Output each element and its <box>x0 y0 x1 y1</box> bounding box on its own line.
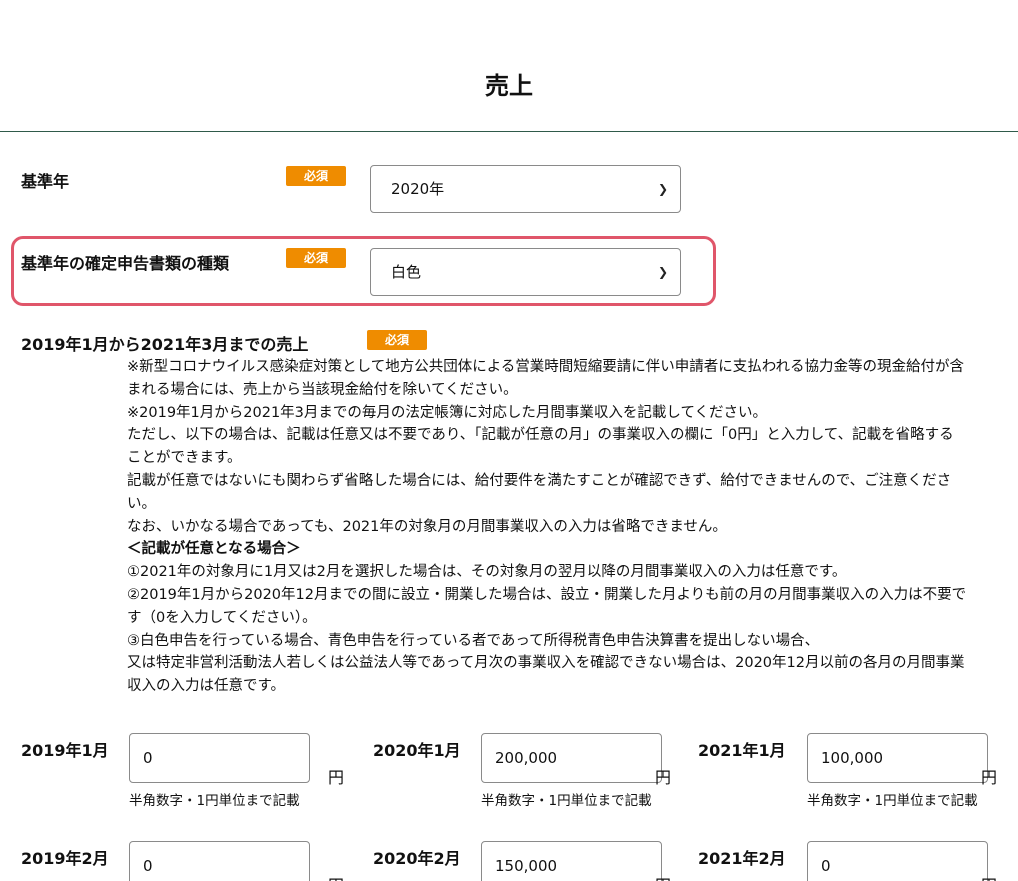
chevron-down-icon: ❯ <box>657 265 668 279</box>
input-hint: 半角数字・1円単位まで記載 <box>481 793 652 809</box>
sales-input-2021-02[interactable]: 0 <box>807 841 988 881</box>
note-line: い。 <box>127 495 156 512</box>
input-hint: 半角数字・1円単位まで記載 <box>807 793 978 809</box>
yen-unit: 円 <box>981 768 998 787</box>
note-line: ことができます。 <box>127 450 242 467</box>
note-line: ※2019年1月から2021年3月までの毎月の法定帳簿に対応した月間事業収入を記… <box>127 404 768 421</box>
sales-input-2020-02[interactable]: 150,000 <box>481 841 662 881</box>
page-title: 売上 <box>485 72 533 100</box>
sales-input-2019-02[interactable]: 0 <box>129 841 310 881</box>
required-badge: 必須 <box>286 248 346 268</box>
note-line: ※新型コロナウイルス感染症対策として地方公共団体による営業時間短縮要請に伴い申請… <box>127 359 965 375</box>
page: 売上 基準年 必須 2020年 ❯ 基準年の確定申告書類の種類 必須 白色 ❯ … <box>0 0 1018 881</box>
sales-input-2021-01[interactable]: 100,000 <box>807 733 988 783</box>
note-line: 収入の入力は任意です。 <box>127 678 286 695</box>
yen-unit: 円 <box>328 768 345 787</box>
tax-return-type-select-value: 白色 <box>391 263 422 281</box>
sales-section-label: 2019年1月から2021年3月までの売上 <box>21 335 309 354</box>
note-line: 又は特定非営利活動法人若しくは公益法人等であって月次の事業収入を確認できない場合… <box>127 655 965 672</box>
note-line: ③白色申告を行っている場合、青色申告を行っている者であって所得税青色申告決算書を… <box>127 632 820 649</box>
note-line: ただし、以下の場合は、記載は任意又は不要であり、「記載が任意の月」の事業収入の欄… <box>127 427 954 444</box>
month-label-2020-01: 2020年1月 <box>373 741 461 760</box>
yen-unit: 円 <box>328 872 344 881</box>
chevron-down-icon: ❯ <box>657 182 668 196</box>
note-heading: ＜記載が任意となる場合＞ <box>127 541 301 558</box>
month-label-2021-02: 2021年2月 <box>698 849 786 868</box>
base-year-select[interactable]: 2020年 ❯ <box>370 165 681 213</box>
sales-input-2019-01[interactable]: 0 <box>129 733 310 783</box>
note-line: ①2021年の対象月に1月又は2月を選択した場合は、その対象月の翌月以降の月間事… <box>127 564 847 581</box>
base-year-label: 基準年 <box>21 172 70 191</box>
sales-notes: ※新型コロナウイルス感染症対策として地方公共団体による営業時間短縮要請に伴い申請… <box>127 356 997 698</box>
month-label-2021-01: 2021年1月 <box>698 741 786 760</box>
required-badge: 必須 <box>286 166 346 186</box>
required-badge: 必須 <box>367 330 427 350</box>
tax-return-type-label: 基準年の確定申告書類の種類 <box>21 254 230 273</box>
month-label-2019-02: 2019年2月 <box>21 849 109 868</box>
title-divider <box>0 131 1018 132</box>
sales-input-2020-01[interactable]: 200,000 <box>481 733 662 783</box>
note-line: なお、いかなる場合であっても、2021年の対象月の月間事業収入の入力は省略できま… <box>127 518 727 535</box>
tax-return-type-select[interactable]: 白色 ❯ <box>370 248 681 296</box>
note-line: まれる場合には、売上から当該現金給付を除いてください。 <box>127 381 518 398</box>
note-line: 記載が任意ではないにも関わらず省略した場合には、給付要件を満たすことが確認できず… <box>127 472 952 489</box>
note-line: ②2019年1月から2020年12月までの間に設立・開業した場合は、設立・開業し… <box>127 586 967 603</box>
month-label-2020-02: 2020年2月 <box>373 849 461 868</box>
month-label-2019-01: 2019年1月 <box>21 741 109 760</box>
input-hint: 半角数字・1円単位まで記載 <box>129 793 300 809</box>
yen-unit: 円 <box>655 872 671 881</box>
base-year-select-value: 2020年 <box>391 180 445 198</box>
yen-unit: 円 <box>981 872 997 881</box>
yen-unit: 円 <box>655 768 672 787</box>
note-line: す（0を入力してください）。 <box>127 609 317 626</box>
